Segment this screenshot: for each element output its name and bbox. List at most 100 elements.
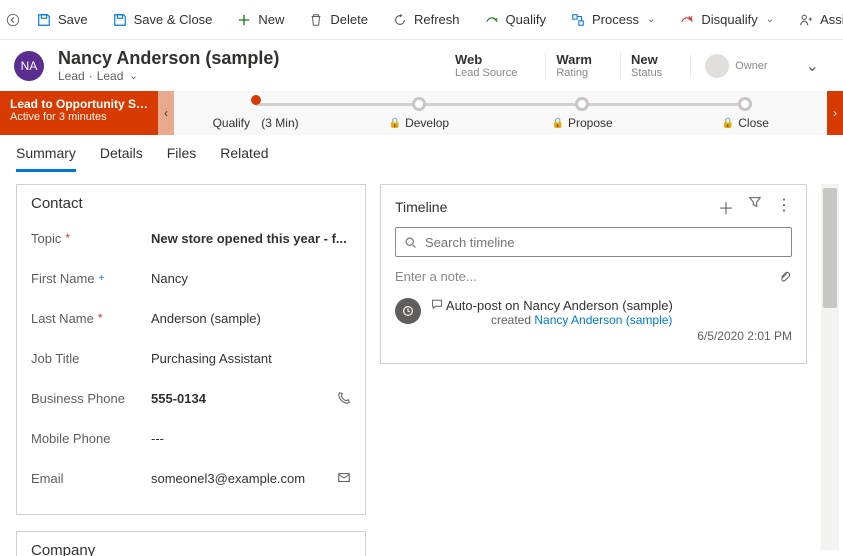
field-business-phone-value[interactable]: 555-0134 — [151, 391, 331, 406]
qualify-button[interactable]: Qualify — [476, 8, 554, 32]
header-stat-rating: Warm Rating — [545, 52, 602, 79]
process-collapse-left[interactable]: ‹ — [158, 91, 174, 135]
field-job-title[interactable]: Job Title Purchasing Assistant — [31, 338, 351, 378]
save-button[interactable]: Save — [28, 8, 96, 32]
field-mobile-phone-value[interactable]: --- — [151, 431, 351, 446]
timeline-section: Timeline ＋ ⋮ Enter a note... — [380, 184, 807, 364]
field-first-name-value[interactable]: Nancy — [151, 271, 351, 286]
trash-icon — [308, 12, 324, 28]
recommended-icon: + — [99, 273, 105, 284]
timeline-item-title: Auto-post on Nancy Anderson (sample) — [446, 298, 673, 313]
contact-title: Contact — [31, 195, 351, 212]
mail-icon[interactable] — [337, 471, 351, 485]
stage-qualify[interactable]: Qualify (3 Min) — [174, 91, 337, 135]
form-body: Contact Topic* New store opened this yea… — [0, 172, 843, 556]
field-first-name[interactable]: First Name+ Nancy — [31, 258, 351, 298]
required-icon: * — [65, 231, 70, 245]
company-title: Company — [31, 542, 351, 556]
field-topic[interactable]: Topic* New store opened this year - f... — [31, 218, 351, 258]
field-last-name-value[interactable]: Anderson (sample) — [151, 311, 351, 326]
qualify-icon — [484, 12, 500, 28]
header-expand[interactable]: ⌄ — [796, 56, 829, 76]
assign-icon — [798, 12, 814, 28]
record-title: Nancy Anderson (sample) — [58, 48, 279, 69]
timeline-search[interactable] — [395, 227, 792, 257]
assign-button[interactable]: Assign — [790, 8, 843, 32]
field-business-phone[interactable]: Business Phone 555-0134 — [31, 378, 351, 418]
plus-icon — [236, 12, 252, 28]
stage-develop[interactable]: 🔒Develop — [337, 91, 500, 135]
qualify-label: Qualify — [506, 12, 546, 27]
record-heading: Nancy Anderson (sample) Lead · Lead ⌄ — [58, 48, 279, 83]
owner-avatar[interactable] — [705, 54, 729, 78]
delete-button[interactable]: Delete — [300, 8, 376, 32]
stage-propose[interactable]: 🔒Propose — [501, 91, 664, 135]
company-section: Company — [16, 531, 366, 556]
save-close-button[interactable]: Save & Close — [104, 8, 221, 32]
disqualify-label: Disqualify — [701, 12, 757, 27]
avatar: NA — [14, 51, 44, 81]
field-job-title-value[interactable]: Purchasing Assistant — [151, 351, 351, 366]
command-bar: Save Save & Close New Delete Refresh Qua… — [0, 0, 843, 40]
tab-summary[interactable]: Summary — [16, 145, 76, 172]
timeline-title: Timeline — [395, 199, 447, 215]
process-scroll-right[interactable]: › — [827, 91, 843, 135]
form-tabs: Summary Details Files Related — [0, 135, 843, 172]
field-mobile-phone[interactable]: Mobile Phone --- — [31, 418, 351, 458]
entity-name: Lead — [58, 69, 85, 83]
contact-section: Contact Topic* New store opened this yea… — [16, 184, 366, 515]
assign-label: Assign — [820, 12, 843, 27]
scroll-thumb[interactable] — [823, 188, 837, 308]
timeline-item-link[interactable]: Nancy Anderson (sample) — [534, 313, 672, 327]
field-topic-value[interactable]: New store opened this year - f... — [151, 231, 351, 246]
disqualify-button[interactable]: Disqualify ⌄ — [671, 8, 782, 32]
timeline-item-date: 6/5/2020 2:01 PM — [431, 329, 792, 343]
header-stat-lead-source: Web Lead Source — [445, 52, 527, 79]
stage-close[interactable]: 🔒Close — [664, 91, 827, 135]
delete-label: Delete — [330, 12, 368, 27]
process-name: Lead to Opportunity Sale... — [10, 97, 148, 111]
tab-related[interactable]: Related — [220, 145, 268, 172]
chevron-down-icon: ⌄ — [647, 14, 655, 25]
autopost-icon — [395, 298, 421, 324]
process-label: Process — [592, 12, 639, 27]
process-name-chip[interactable]: Lead to Opportunity Sale... Active for 3… — [0, 91, 158, 135]
timeline-item[interactable]: Auto-post on Nancy Anderson (sample) cre… — [395, 294, 792, 347]
timeline-search-input[interactable] — [423, 234, 783, 251]
new-label: New — [258, 12, 284, 27]
search-icon — [404, 236, 417, 249]
back-icon[interactable] — [6, 12, 20, 28]
timeline-filter-button[interactable] — [748, 195, 762, 219]
save-label: Save — [58, 12, 88, 27]
process-bar: Lead to Opportunity Sale... Active for 3… — [0, 91, 843, 135]
header-owner: Owner — [690, 54, 777, 78]
tab-details[interactable]: Details — [100, 145, 143, 172]
chat-icon — [431, 298, 446, 313]
field-email-value[interactable]: someonel3@example.com — [151, 471, 331, 486]
timeline-overflow[interactable]: ⋮ — [776, 195, 792, 219]
phone-icon[interactable] — [337, 391, 351, 405]
avatar-initials: NA — [21, 59, 38, 73]
tab-files[interactable]: Files — [167, 145, 197, 172]
required-icon: * — [98, 311, 103, 325]
save-icon — [36, 12, 52, 28]
vertical-scrollbar[interactable] — [821, 184, 839, 550]
lock-icon: 🔒 — [552, 118, 564, 129]
paperclip-icon[interactable] — [778, 270, 792, 284]
refresh-button[interactable]: Refresh — [384, 8, 468, 32]
new-button[interactable]: New — [228, 8, 292, 32]
refresh-icon — [392, 12, 408, 28]
refresh-label: Refresh — [414, 12, 460, 27]
record-header: NA Nancy Anderson (sample) Lead · Lead ⌄… — [0, 40, 843, 91]
field-last-name[interactable]: Last Name* Anderson (sample) — [31, 298, 351, 338]
chevron-down-icon[interactable]: ⌄ — [129, 71, 137, 82]
timeline-add-button[interactable]: ＋ — [718, 195, 734, 219]
lock-icon: 🔒 — [389, 118, 401, 129]
header-stat-status: New Status — [620, 52, 672, 79]
process-duration: Active for 3 minutes — [10, 111, 148, 123]
form-selector[interactable]: Lead — [97, 69, 124, 83]
field-email[interactable]: Email someonel3@example.com — [31, 458, 351, 498]
process-button[interactable]: Process ⌄ — [562, 8, 663, 32]
process-icon — [570, 12, 586, 28]
timeline-note-input[interactable]: Enter a note... — [395, 265, 792, 294]
